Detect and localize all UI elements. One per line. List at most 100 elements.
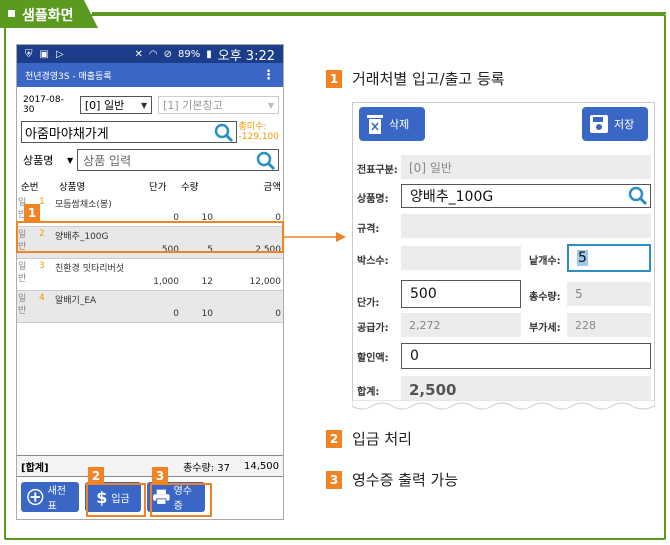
- box-qty-field[interactable]: [401, 246, 521, 270]
- type-select-value: [0] 일반: [84, 99, 125, 112]
- item-detail-panel: 삭제 저장 전표구분: [0] 일반 상품명: 양배추_100G 규격: 박스수…: [352, 102, 655, 407]
- table-row[interactable]: 일반 3 친환경 밋타리버섯 1,000 12 12,000: [17, 259, 283, 291]
- discount-label: 할인액:: [357, 353, 389, 364]
- receivable-value: -129,100: [238, 132, 279, 142]
- vat-field: 228: [567, 313, 651, 337]
- box-qty-label: 박스수:: [357, 256, 389, 267]
- column-header: 수량: [181, 182, 199, 193]
- delete-label: 삭제: [389, 118, 410, 131]
- new-slip-label: 새전표: [47, 486, 66, 512]
- product-input[interactable]: 상품 입력: [77, 149, 279, 171]
- unit-price-input[interactable]: 500: [401, 280, 521, 308]
- receivable-info: 총미수: -129,100: [239, 122, 279, 142]
- title-rule: [92, 12, 666, 14]
- total-qty-field: 5: [567, 282, 651, 306]
- product-placeholder: 상품 입력: [83, 153, 132, 168]
- row-qty: 10: [201, 309, 213, 319]
- column-header: 순번: [21, 182, 39, 193]
- search-icon[interactable]: [256, 151, 276, 171]
- floppy-icon: [590, 115, 608, 133]
- row-number: 4: [39, 293, 45, 303]
- product-name-label: 상품명:: [357, 194, 389, 205]
- customer-value: 아줌마야채가게: [25, 126, 109, 142]
- play-icon: ▷: [55, 48, 64, 60]
- spec-label: 규격:: [357, 224, 380, 235]
- row-qty: 12: [201, 277, 213, 287]
- dropdown-arrow-icon: ▼: [140, 100, 148, 110]
- total-qty: 총수량: 37: [183, 462, 230, 474]
- search-icon[interactable]: [628, 186, 648, 206]
- sum-label: 합계:: [357, 387, 380, 398]
- row-type: 일반: [18, 262, 27, 284]
- product-name-input[interactable]: 양배추_100G: [401, 184, 651, 208]
- image-icon: ▣: [39, 48, 49, 60]
- column-header: 상품명: [59, 182, 86, 193]
- new-slip-button[interactable]: 새전표: [21, 482, 79, 512]
- table-header: 순번 상품명 단가 수량 금액: [17, 179, 283, 193]
- section-item-2: 2 입금 처리: [326, 428, 412, 449]
- status-bar: ⛨ ▣ ▷ ✕ ◠ ⊘ 89% ▮ 오후 3:22: [17, 45, 283, 64]
- highlight-receipt: [150, 483, 212, 517]
- unit-price-label: 단가:: [357, 298, 380, 309]
- total-bar: [합계] 총수량: 37 14,500: [17, 455, 283, 477]
- section-label: 입금 처리: [352, 430, 412, 448]
- torn-edge: [352, 400, 655, 410]
- mute-icon: ✕: [134, 48, 143, 60]
- battery-icon: ▮: [206, 48, 212, 60]
- clock: 오후 3:22: [217, 48, 275, 64]
- app-title: 천년경영3S - 매출등록: [25, 71, 112, 82]
- section-number: 3: [326, 470, 342, 489]
- vat-label: 부가세:: [529, 323, 561, 334]
- save-button[interactable]: 저장: [582, 107, 648, 141]
- overflow-menu-icon[interactable]: ⋮: [262, 68, 275, 83]
- callout-badge-3: 3: [152, 467, 168, 485]
- type-select[interactable]: [0] 일반 ▼: [79, 96, 153, 114]
- date-field[interactable]: 2017-08-30: [23, 95, 74, 115]
- dropdown-arrow-icon[interactable]: ▼: [67, 156, 73, 165]
- phone-screen: ⛨ ▣ ▷ ✕ ◠ ⊘ 89% ▮ 오후 3:22 천년경영3S - 매출등록 …: [16, 44, 284, 520]
- search-icon[interactable]: [214, 123, 234, 143]
- slip-type-field: [0] 일반: [401, 155, 651, 179]
- save-label: 저장: [614, 118, 635, 131]
- row-amount: 12,000: [249, 277, 282, 287]
- wifi-icon: ◠: [148, 48, 158, 60]
- customer-input[interactable]: 아줌마야채가게: [21, 121, 237, 143]
- row-product: 모듬쌈채소(봉): [55, 200, 112, 210]
- row-price: 1,000: [153, 277, 179, 287]
- row-number: 3: [39, 261, 45, 271]
- receivable-label: 총미수:: [238, 122, 267, 132]
- row-product: 알배기_EA: [55, 296, 97, 306]
- unit-qty-input[interactable]: 5: [567, 244, 651, 272]
- section-number: 2: [326, 429, 342, 448]
- discount-input[interactable]: 0: [401, 343, 651, 369]
- section-number: 1: [326, 69, 342, 88]
- total-qty-label: 총수량:: [529, 292, 561, 303]
- section-label: 영수증 출력 가능: [352, 471, 459, 489]
- unit-qty-label: 낱개수:: [529, 256, 561, 267]
- section-title: 샘플화면: [0, 0, 97, 28]
- product-filter-select[interactable]: 상품명: [23, 152, 67, 168]
- supply-label: 공급가:: [357, 323, 389, 334]
- product-name-value: 양배추_100G: [410, 189, 494, 205]
- slip-type-label: 전표구분:: [357, 165, 398, 176]
- column-header: 단가: [149, 182, 167, 193]
- table-row[interactable]: 일반 4 알배기_EA 0 10 0: [17, 291, 283, 323]
- spec-field: [401, 214, 651, 238]
- row-amount: 0: [275, 309, 281, 319]
- battery-percent: 89%: [178, 48, 201, 60]
- warehouse-select[interactable]: [1] 기본창고 ▼: [158, 96, 279, 114]
- total-label: [합계]: [21, 462, 49, 474]
- section-item-3: 3 영수증 출력 가능: [326, 469, 458, 490]
- highlight-selected-row: [16, 221, 284, 253]
- callout-badge-2: 2: [88, 467, 104, 485]
- supply-field: 2,272: [401, 313, 521, 337]
- block-icon: ⊘: [163, 48, 172, 60]
- column-header: 금액: [263, 182, 281, 193]
- section-item-1: 1 거래처별 입고/출고 등록: [326, 68, 505, 89]
- delete-button[interactable]: 삭제: [359, 107, 425, 141]
- total-amount: 14,500: [244, 460, 279, 472]
- plus-circle-icon: [27, 488, 44, 506]
- dropdown-arrow-icon: ▼: [267, 100, 274, 110]
- highlight-deposit: [86, 483, 146, 517]
- row-type: 일반: [18, 294, 27, 316]
